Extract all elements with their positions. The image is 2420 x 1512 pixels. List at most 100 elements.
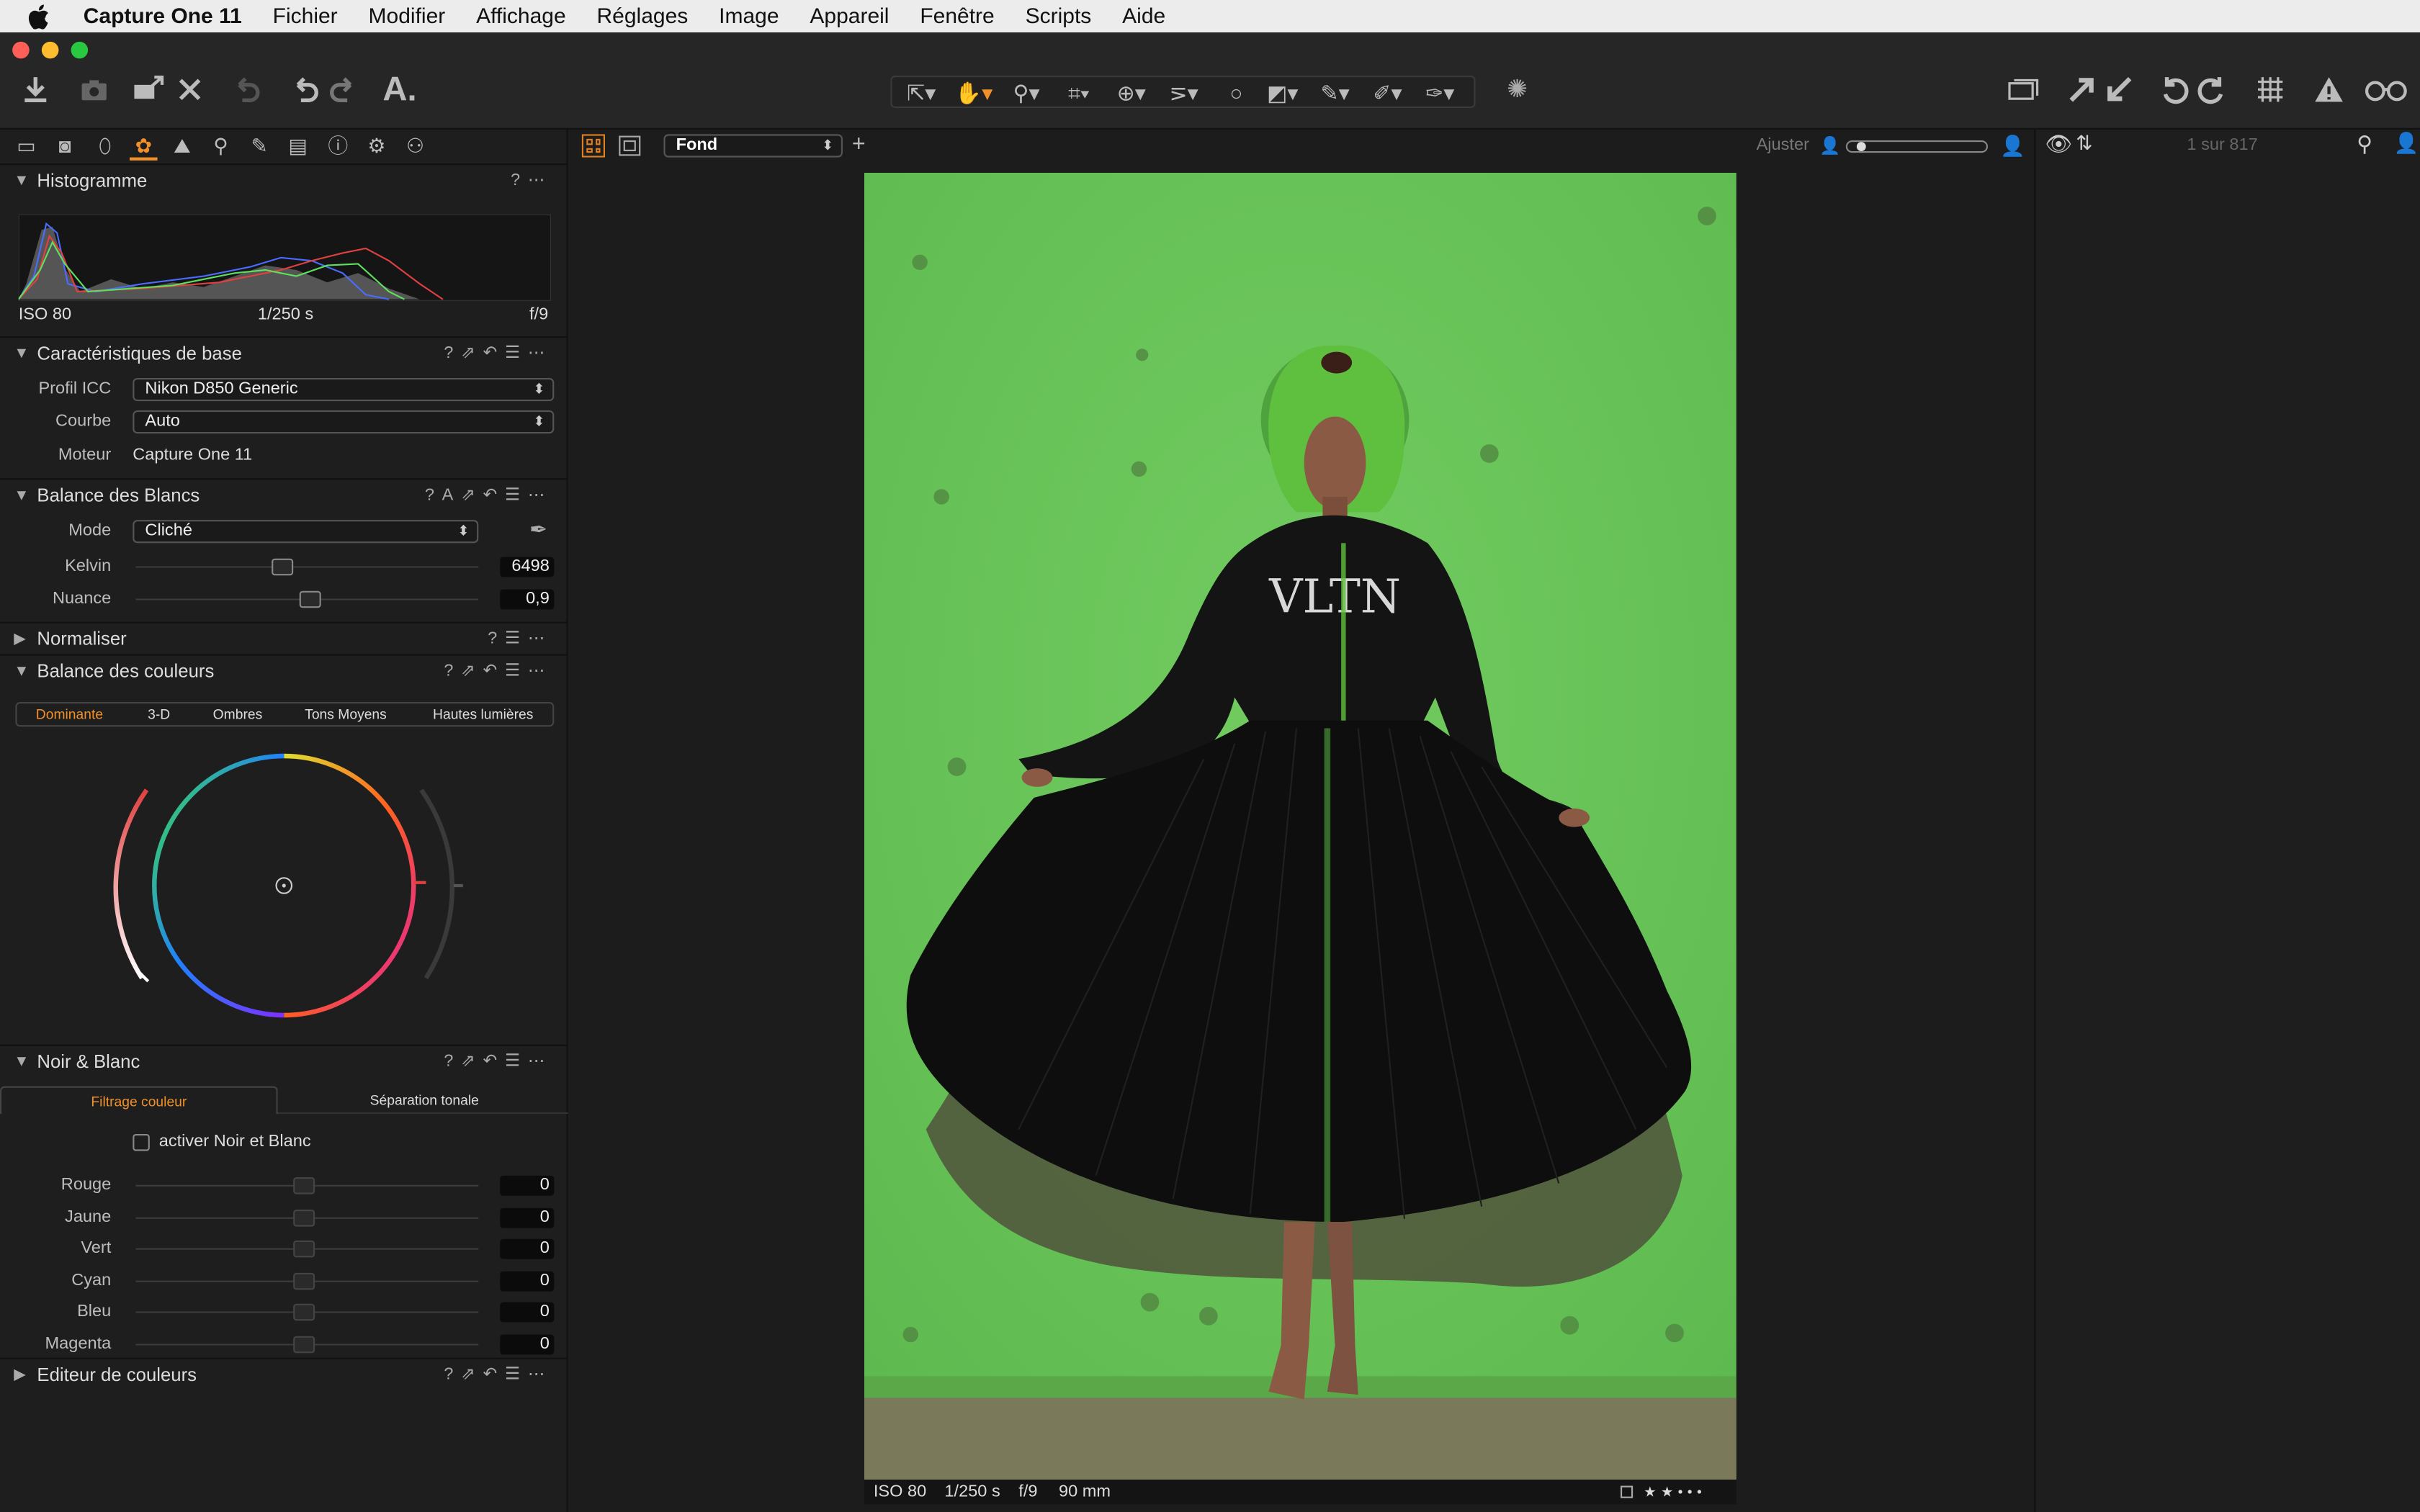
batch-tab-icon[interactable]: ⚇ [401,132,429,161]
close-window-button[interactable] [12,41,30,59]
undo-history-icon[interactable] [225,73,266,113]
tab-split-tone[interactable]: Séparation tonale [284,1086,565,1115]
circle-spot-icon[interactable]: ○ [1213,78,1259,107]
select-checkbox[interactable] [1621,1485,1634,1498]
kelvin-track[interactable] [135,566,479,568]
grid-view-icon[interactable] [581,134,605,158]
search-icon[interactable]: ⚲ [2357,131,2372,157]
metadata-tab-icon[interactable]: ⓘ [324,132,352,161]
normalize-header[interactable]: ▶ Normaliser ?☰⋯ [0,621,568,656]
camera-icon[interactable] [74,73,115,113]
bw-slider-value[interactable]: 0 [500,1302,555,1323]
undo-icon[interactable] [284,73,324,113]
add-layer-icon[interactable]: + [852,131,866,157]
color-balance-tools[interactable]: ?⇗↶☰⋯ [444,656,552,688]
apple-icon[interactable] [28,4,50,29]
menu-fenetre[interactable]: Fenêtre [920,0,994,32]
histogram-header[interactable]: ▼ Histogramme ?⋯ [0,163,568,196]
icc-profile-select[interactable]: Nikon D850 Generic ⬍ [133,378,555,402]
glasses-icon[interactable] [2362,73,2411,113]
bw-tools[interactable]: ?⇗↶☰⋯ [444,1046,552,1079]
rotate-icon[interactable]: ⊕▾ [1108,78,1155,107]
wb-tools[interactable]: ?A⇗↶☰⋯ [425,480,552,512]
curve-select[interactable]: Auto ⬍ [133,410,555,434]
menu-aide[interactable]: Aide [1122,0,1165,32]
color-balance-header[interactable]: ▼ Balance des couleurs ?⇗↶☰⋯ [0,654,568,687]
normalize-tools[interactable]: ?☰⋯ [488,624,552,656]
white-balance-header[interactable]: ▼ Balance des Blancs ?A⇗↶☰⋯ [0,478,568,510]
tab-ombres[interactable]: Ombres [199,703,276,725]
picker-icon[interactable]: ✎▾ [1312,78,1358,107]
output-tab-icon[interactable]: ▤ [284,132,312,161]
bw-slider-value[interactable]: 0 [500,1238,555,1259]
zoom-icon[interactable]: ⚲▾ [1003,78,1049,107]
text-tool-icon[interactable]: A. [380,71,420,112]
sort-icon[interactable]: ⇅ [2076,131,2092,156]
redo-icon[interactable] [324,73,364,113]
bw-slider-value[interactable]: 0 [500,1207,555,1228]
crop-icon[interactable]: ⌗▾ [1056,78,1102,107]
menu-reglages[interactable]: Réglages [597,0,689,32]
menu-appareil[interactable]: Appareil [810,0,889,32]
bw-slider-knob[interactable] [293,1303,315,1321]
mask-icon[interactable]: ◩▾ [1260,78,1306,107]
wb-mode-select[interactable]: Cliché ⬍ [133,520,479,544]
photo-preview[interactable]: VLTN [864,173,1736,1480]
color-editor-header[interactable]: ▶ Editeur de couleurs ?⇗↶☰⋯ [0,1357,568,1392]
wb-picker-icon[interactable]: ✒ [529,517,547,543]
bw-enable-label[interactable]: activer Noir et Blanc [159,1133,311,1151]
after-icon[interactable] [2099,73,2139,113]
bw-slider-value[interactable]: 0 [500,1334,555,1355]
color-wheel[interactable] [93,747,479,1032]
single-view-icon[interactable] [619,135,641,156]
menu-scripts[interactable]: Scripts [1026,0,1092,32]
bw-header[interactable]: ▼ Noir & Blanc ?⇗↶☰⋯ [0,1044,568,1079]
tint-slider[interactable] [300,590,322,608]
delete-icon[interactable] [170,73,210,113]
layer-select[interactable]: Fond ⬍ [663,134,843,158]
menu-modifier[interactable]: Modifier [369,0,446,32]
local-adjust-tab-icon[interactable]: ✎ [246,132,274,161]
capture-tab-icon[interactable]: ◙ [51,132,79,161]
exposure-tab-icon[interactable]: ⛰ [169,132,197,161]
tab-dominante[interactable]: Dominante [17,703,122,725]
hand-icon[interactable]: ✋▾ [951,78,997,107]
tint-value[interactable]: 0,9 [500,589,555,610]
bw-slider-knob[interactable] [293,1210,315,1227]
bw-slider-knob[interactable] [293,1240,315,1258]
histogram-tools[interactable]: ?⋯ [511,165,552,197]
tab-3d[interactable]: 3-D [128,703,190,725]
kelvin-slider[interactable] [272,558,295,576]
menu-fichier[interactable]: Fichier [273,0,338,32]
color-tab-icon[interactable]: ✿ [130,132,158,161]
color-editor-tools[interactable]: ?⇗↶☰⋯ [444,1359,552,1392]
settings-tab-icon[interactable]: ⚙ [363,132,391,161]
app-menu[interactable]: Capture One 11 [84,0,242,32]
details-tab-icon[interactable]: ⚲ [207,132,235,161]
rating-stars[interactable]: ★★••• [1644,1480,1706,1504]
bw-slider-knob[interactable] [293,1272,315,1290]
grid-icon[interactable] [2250,73,2290,113]
bw-slider-knob[interactable] [293,1177,315,1194]
rotate-left-icon[interactable] [2154,73,2195,113]
rotate-right-icon[interactable] [2192,73,2232,113]
tab-hautes-lumieres[interactable]: Hautes lumières [415,703,551,725]
zoom-window-button[interactable] [71,41,89,59]
menu-affichage[interactable]: Affichage [476,0,566,32]
kelvin-value[interactable]: 6498 [500,557,555,577]
warning-icon[interactable] [2309,73,2349,113]
keystone-icon[interactable]: ⋝▾ [1160,78,1206,107]
eraser-icon[interactable]: ✑▾ [1417,78,1463,107]
bw-enable-checkbox[interactable] [133,1134,150,1151]
import-icon[interactable] [15,73,55,113]
basic-tools[interactable]: ?⇗↶☰⋯ [444,338,552,370]
brush-icon[interactable]: ✐▾ [1364,78,1410,107]
export-icon[interactable] [130,73,170,113]
zoom-slider[interactable] [1845,140,1988,153]
bw-slider-value[interactable]: 0 [500,1175,555,1196]
menu-image[interactable]: Image [719,0,779,32]
before-icon[interactable] [2062,73,2102,113]
basic-characteristics-header[interactable]: ▼ Caractéristiques de base ?⇗↶☰⋯ [0,336,568,369]
tab-color-filter[interactable]: Filtrage couleur [0,1086,278,1115]
select-cursor-icon[interactable]: ⇱▾ [898,78,944,107]
